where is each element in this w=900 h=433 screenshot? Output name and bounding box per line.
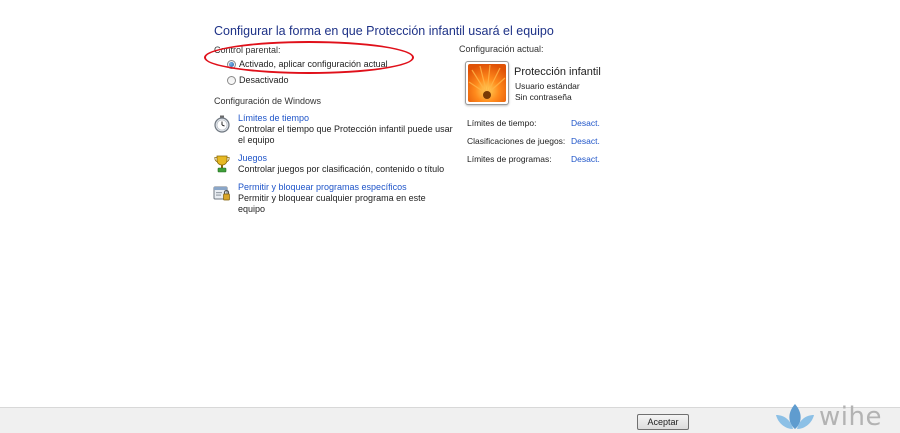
watermark-text: wihe	[819, 402, 882, 432]
radio-disabled-label: Desactivado	[239, 75, 289, 85]
stopwatch-icon	[213, 115, 231, 133]
time-limits-description: Controlar el tiempo que Protección infan…	[238, 124, 453, 145]
radio-unselected-icon[interactable]	[227, 75, 236, 85]
program-lock-icon	[213, 184, 231, 202]
time-limits-link[interactable]: Límites de tiempo	[238, 113, 453, 124]
setting-time-limits: Límites de tiempo Controlar el tiempo qu…	[213, 113, 453, 146]
current-config-label: Configuración actual:	[459, 44, 544, 54]
stat-program-limits-label: Límites de programas:	[467, 154, 552, 164]
games-description: Controlar juegos por clasificación, cont…	[238, 164, 445, 174]
password-status: Sin contraseña	[515, 92, 572, 102]
parental-control-label: Control parental:	[214, 45, 281, 55]
user-name: Protección infantil	[514, 66, 601, 78]
radio-enabled-label: Activado, aplicar configuración actual	[239, 59, 388, 69]
trophy-icon	[213, 155, 231, 173]
setting-programs: Permitir y bloquear programas específico…	[213, 182, 453, 215]
account-type: Usuario estándar	[515, 81, 580, 91]
leaf-logo-icon	[775, 401, 815, 433]
stat-time-limits-label: Límites de tiempo:	[467, 118, 537, 128]
programs-link[interactable]: Permitir y bloquear programas específico…	[238, 182, 453, 193]
programs-description: Permitir y bloquear cualquier programa e…	[238, 193, 426, 214]
radio-disabled[interactable]: Desactivado	[227, 74, 289, 86]
stat-game-ratings-value[interactable]: Desact.	[571, 136, 600, 146]
radio-selected-icon[interactable]	[227, 59, 236, 69]
setting-games: Juegos Controlar juegos por clasificació…	[213, 153, 453, 175]
stat-time-limits-value[interactable]: Desact.	[571, 118, 600, 128]
radio-enabled[interactable]: Activado, aplicar configuración actual	[227, 58, 388, 70]
user-avatar	[465, 61, 509, 105]
stat-program-limits-value[interactable]: Desact.	[571, 154, 600, 164]
stat-game-ratings-label: Clasificaciones de juegos:	[467, 136, 566, 146]
windows-settings-label: Configuración de Windows	[214, 96, 322, 106]
footer-bar	[0, 407, 900, 433]
watermark: wihe	[775, 401, 882, 433]
page-title: Configurar la forma en que Protección in…	[214, 24, 554, 38]
accept-button[interactable]: Aceptar	[637, 414, 689, 430]
games-link[interactable]: Juegos	[238, 153, 453, 164]
